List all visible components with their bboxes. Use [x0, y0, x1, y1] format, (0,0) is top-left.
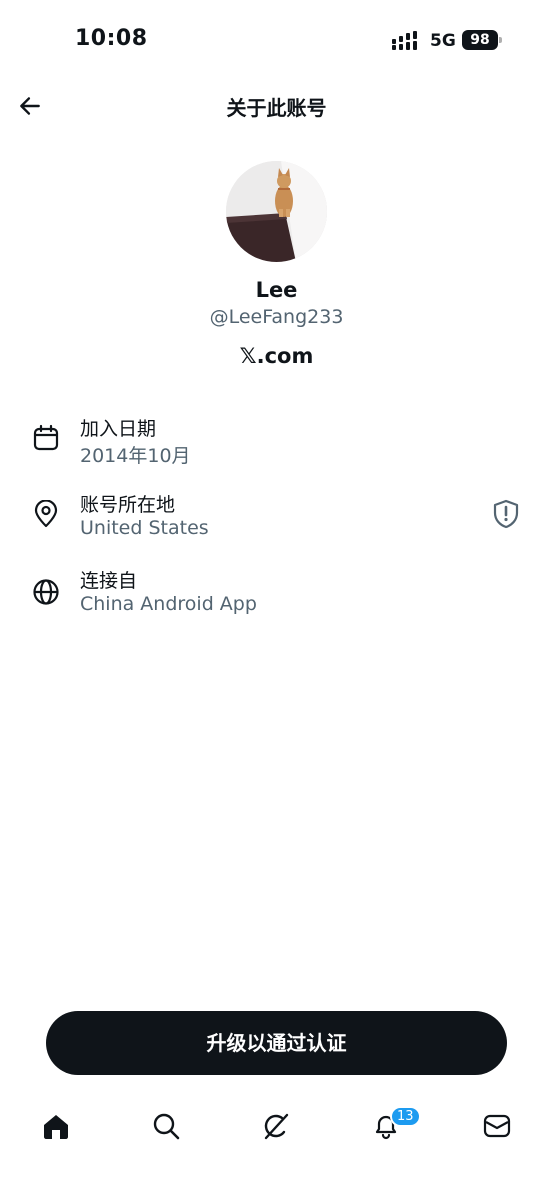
location-pin-icon	[34, 500, 58, 528]
network-type: 5G	[430, 31, 456, 51]
cat-photo	[226, 161, 327, 262]
notification-badge: 13	[390, 1106, 421, 1127]
battery-indicator: 98	[462, 30, 502, 50]
page-title: 关于此账号	[226, 96, 327, 120]
nav-messages[interactable]	[479, 1108, 515, 1144]
info-row-connected-via: 连接自 China Android App	[0, 566, 553, 626]
home-icon	[44, 1115, 68, 1139]
nav-home[interactable]	[38, 1108, 74, 1144]
connected-via-label: 连接自	[80, 570, 138, 592]
avatar[interactable]	[226, 161, 327, 262]
location-value: United States	[80, 517, 209, 539]
globe-icon	[33, 579, 59, 605]
status-time: 10:08	[75, 26, 148, 51]
shield-alert-icon[interactable]	[492, 499, 520, 529]
user-handle: @LeeFang233	[209, 306, 344, 328]
nav-grok[interactable]	[258, 1108, 294, 1144]
grok-icon	[264, 1113, 289, 1140]
location-label: 账号所在地	[80, 494, 176, 516]
bottom-nav	[0, 1100, 553, 1160]
about-account-screen: 10:08 5G 98 关于此账号 Lee @LeeFang233 𝕏.com …	[0, 0, 553, 1200]
messages-icon	[483, 1114, 511, 1138]
join-date-label: 加入日期	[80, 418, 157, 440]
info-row-location: 账号所在地 United States	[0, 490, 553, 550]
signal-icon	[392, 31, 417, 50]
join-date-value: 2014年10月	[80, 445, 191, 467]
status-bar: 10:08 5G 98	[0, 0, 553, 80]
battery-tip	[499, 37, 502, 43]
search-icon	[153, 1113, 180, 1140]
calendar-icon	[33, 424, 59, 451]
display-name: Lee	[255, 278, 298, 302]
site-link[interactable]: 𝕏.com	[0, 344, 553, 368]
upgrade-verify-button[interactable]: 升级以通过认证	[46, 1011, 507, 1075]
connected-via-value: China Android App	[80, 593, 257, 615]
battery-level: 98	[462, 30, 498, 50]
info-row-join-date: 加入日期 2014年10月	[0, 414, 553, 474]
nav-search[interactable]	[148, 1108, 184, 1144]
